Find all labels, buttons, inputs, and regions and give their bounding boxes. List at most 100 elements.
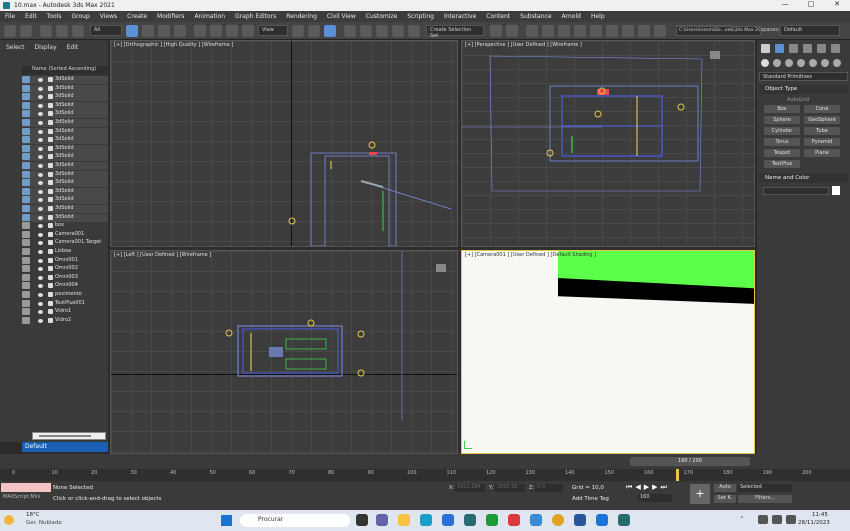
taskbar-search[interactable]: Procurar xyxy=(240,514,350,527)
freeze-icon[interactable] xyxy=(48,300,53,306)
mirror-icon[interactable] xyxy=(490,25,502,37)
word-icon[interactable] xyxy=(574,514,586,526)
store-icon[interactable] xyxy=(442,514,454,526)
menu-item-file[interactable]: File xyxy=(0,13,20,20)
go-to-start-icon[interactable]: ⏮ xyxy=(626,483,632,493)
scene-horizontal-scrollbar[interactable] xyxy=(32,432,106,440)
visibility-eye-icon[interactable] xyxy=(38,189,43,194)
link-icon[interactable] xyxy=(40,25,52,37)
scene-list-item[interactable]: Lisboa xyxy=(22,248,108,256)
scene-list-item[interactable]: 3dSolid xyxy=(22,179,108,188)
viewport-perspective[interactable]: [+] [Perspective ] [User Defined ] [Wire… xyxy=(461,40,755,247)
scene-list-item[interactable]: 3dSolid xyxy=(22,76,108,84)
menu-item-interactive[interactable]: Interactive xyxy=(439,13,481,20)
freeze-icon[interactable] xyxy=(48,283,53,289)
visibility-eye-icon[interactable] xyxy=(38,310,43,315)
scene-list-item[interactable]: 3dSolid xyxy=(22,170,108,179)
snaps-toggle-icon[interactable] xyxy=(344,25,356,37)
visibility-eye-icon[interactable] xyxy=(38,103,43,108)
primitive-tube-button[interactable]: Tube xyxy=(804,127,840,135)
primitive-torus-button[interactable]: Torus xyxy=(764,138,800,146)
menu-item-views[interactable]: Views xyxy=(95,13,122,20)
time-slider[interactable]: 160 / 200 xyxy=(630,457,750,466)
outlook-icon[interactable] xyxy=(596,514,608,526)
freeze-icon[interactable] xyxy=(48,77,53,82)
visibility-eye-icon[interactable] xyxy=(38,232,43,237)
window-crossing-icon[interactable] xyxy=(174,25,186,37)
select-object-icon[interactable] xyxy=(126,25,138,37)
edge-icon[interactable] xyxy=(420,514,432,526)
start-icon[interactable] xyxy=(221,515,232,526)
lights-icon[interactable] xyxy=(785,59,793,67)
render-production-icon[interactable] xyxy=(654,25,666,37)
primitive-textplus-button[interactable]: TextPlus xyxy=(764,160,800,168)
add-time-tag[interactable]: Add Time Tag xyxy=(572,496,609,502)
mcafee-icon[interactable] xyxy=(508,514,520,526)
create-tab-icon[interactable] xyxy=(761,44,770,53)
visibility-eye-icon[interactable] xyxy=(38,181,43,186)
primitive-box-button[interactable]: Box xyxy=(764,105,800,113)
maxscript-listener[interactable] xyxy=(1,483,51,492)
curve-editor-icon[interactable] xyxy=(574,25,586,37)
shapes-icon[interactable] xyxy=(773,59,781,67)
freeze-icon[interactable] xyxy=(48,231,53,237)
freeze-icon[interactable] xyxy=(48,180,53,186)
primitive-sphere-button[interactable]: Sphere xyxy=(764,116,800,124)
timeline-track[interactable]: 0 10 20 30 40 50 60 70 80 90 100 110 120 130 140 150 160… xyxy=(0,469,850,481)
scene-list-item[interactable]: 3dSolid xyxy=(22,144,108,153)
key-filter-dropdown[interactable]: Selected xyxy=(738,484,792,492)
menu-item-scripting[interactable]: Scripting xyxy=(402,13,439,20)
visibility-eye-icon[interactable] xyxy=(38,164,43,168)
freeze-icon[interactable] xyxy=(48,120,53,125)
scene-list-item[interactable]: 3dSolid xyxy=(22,101,108,110)
viewport-label-camera[interactable]: [+] [Camera001 ] [User Defined ] [Defaul… xyxy=(465,252,596,258)
reference-coord-dropdown[interactable]: View xyxy=(258,25,288,36)
freeze-icon[interactable] xyxy=(48,171,53,177)
menu-item-group[interactable]: Group xyxy=(66,13,94,20)
rendered-frame-icon[interactable] xyxy=(638,25,650,37)
freeze-icon[interactable] xyxy=(48,223,53,229)
cameras-icon[interactable] xyxy=(797,59,805,67)
menu-item-graph-editors[interactable]: Graph Editors xyxy=(230,13,281,20)
viewport-orthographic[interactable]: [+] [Orthographic ] [High Quality ] [Wir… xyxy=(110,40,458,247)
x-coordinate-field[interactable]: 1001.284 xyxy=(455,484,485,492)
primitive-category-dropdown[interactable]: Standard Primitives xyxy=(759,72,848,81)
rectangular-selection-icon[interactable] xyxy=(158,25,170,37)
freeze-icon[interactable] xyxy=(48,145,53,151)
workspaces-dropdown[interactable]: Default xyxy=(780,25,840,36)
file-explorer-icon[interactable] xyxy=(398,514,410,526)
scene-tab-display[interactable]: Display xyxy=(35,44,57,51)
xbox-icon[interactable] xyxy=(486,514,498,526)
helpers-icon[interactable] xyxy=(809,59,817,67)
ribbon-icon[interactable] xyxy=(558,25,570,37)
scene-list-item[interactable]: 3dSolid xyxy=(22,162,108,170)
selection-filter-dropdown[interactable]: All xyxy=(90,25,122,36)
motion-tab-icon[interactable] xyxy=(803,44,812,53)
unlink-icon[interactable] xyxy=(56,25,68,37)
spinner-snap-icon[interactable] xyxy=(392,25,404,37)
previous-frame-icon[interactable]: ◀ xyxy=(635,483,640,493)
systems-icon[interactable] xyxy=(833,59,841,67)
menu-item-customize[interactable]: Customize xyxy=(361,13,403,20)
scene-list-item[interactable]: 3dSolid xyxy=(22,136,108,145)
scene-list-item[interactable]: pavimento xyxy=(22,291,108,299)
scene-tab-select[interactable]: Select xyxy=(6,44,25,51)
primitive-cone-button[interactable]: Cone xyxy=(804,105,840,113)
scene-list-item[interactable]: 3dSolid xyxy=(22,213,108,222)
scene-list-item[interactable]: 3dSolid xyxy=(22,84,108,93)
clock-time[interactable]: 11:45 xyxy=(812,512,828,518)
tray-chevron-icon[interactable]: ˄ xyxy=(740,516,744,524)
menu-item-content[interactable]: Content xyxy=(481,13,515,20)
percent-snap-icon[interactable] xyxy=(376,25,388,37)
project-path-field[interactable]: C:\Users\inesm\Do...oeb\3ds Max 2021 xyxy=(676,26,761,36)
named-selection-set-dropdown[interactable]: Create Selection Set xyxy=(426,25,484,39)
battery-icon[interactable] xyxy=(786,515,796,524)
scene-list-item[interactable]: 3dSolid xyxy=(22,196,108,205)
schematic-view-icon[interactable] xyxy=(590,25,602,37)
menu-item-help[interactable]: Help xyxy=(586,13,610,20)
close-button[interactable]: ✕ xyxy=(824,0,850,8)
freeze-icon[interactable] xyxy=(48,266,53,272)
next-frame-icon[interactable]: ▶ xyxy=(652,483,657,493)
pivot-center-icon[interactable] xyxy=(292,25,304,37)
modify-tab-icon[interactable] xyxy=(775,44,784,53)
